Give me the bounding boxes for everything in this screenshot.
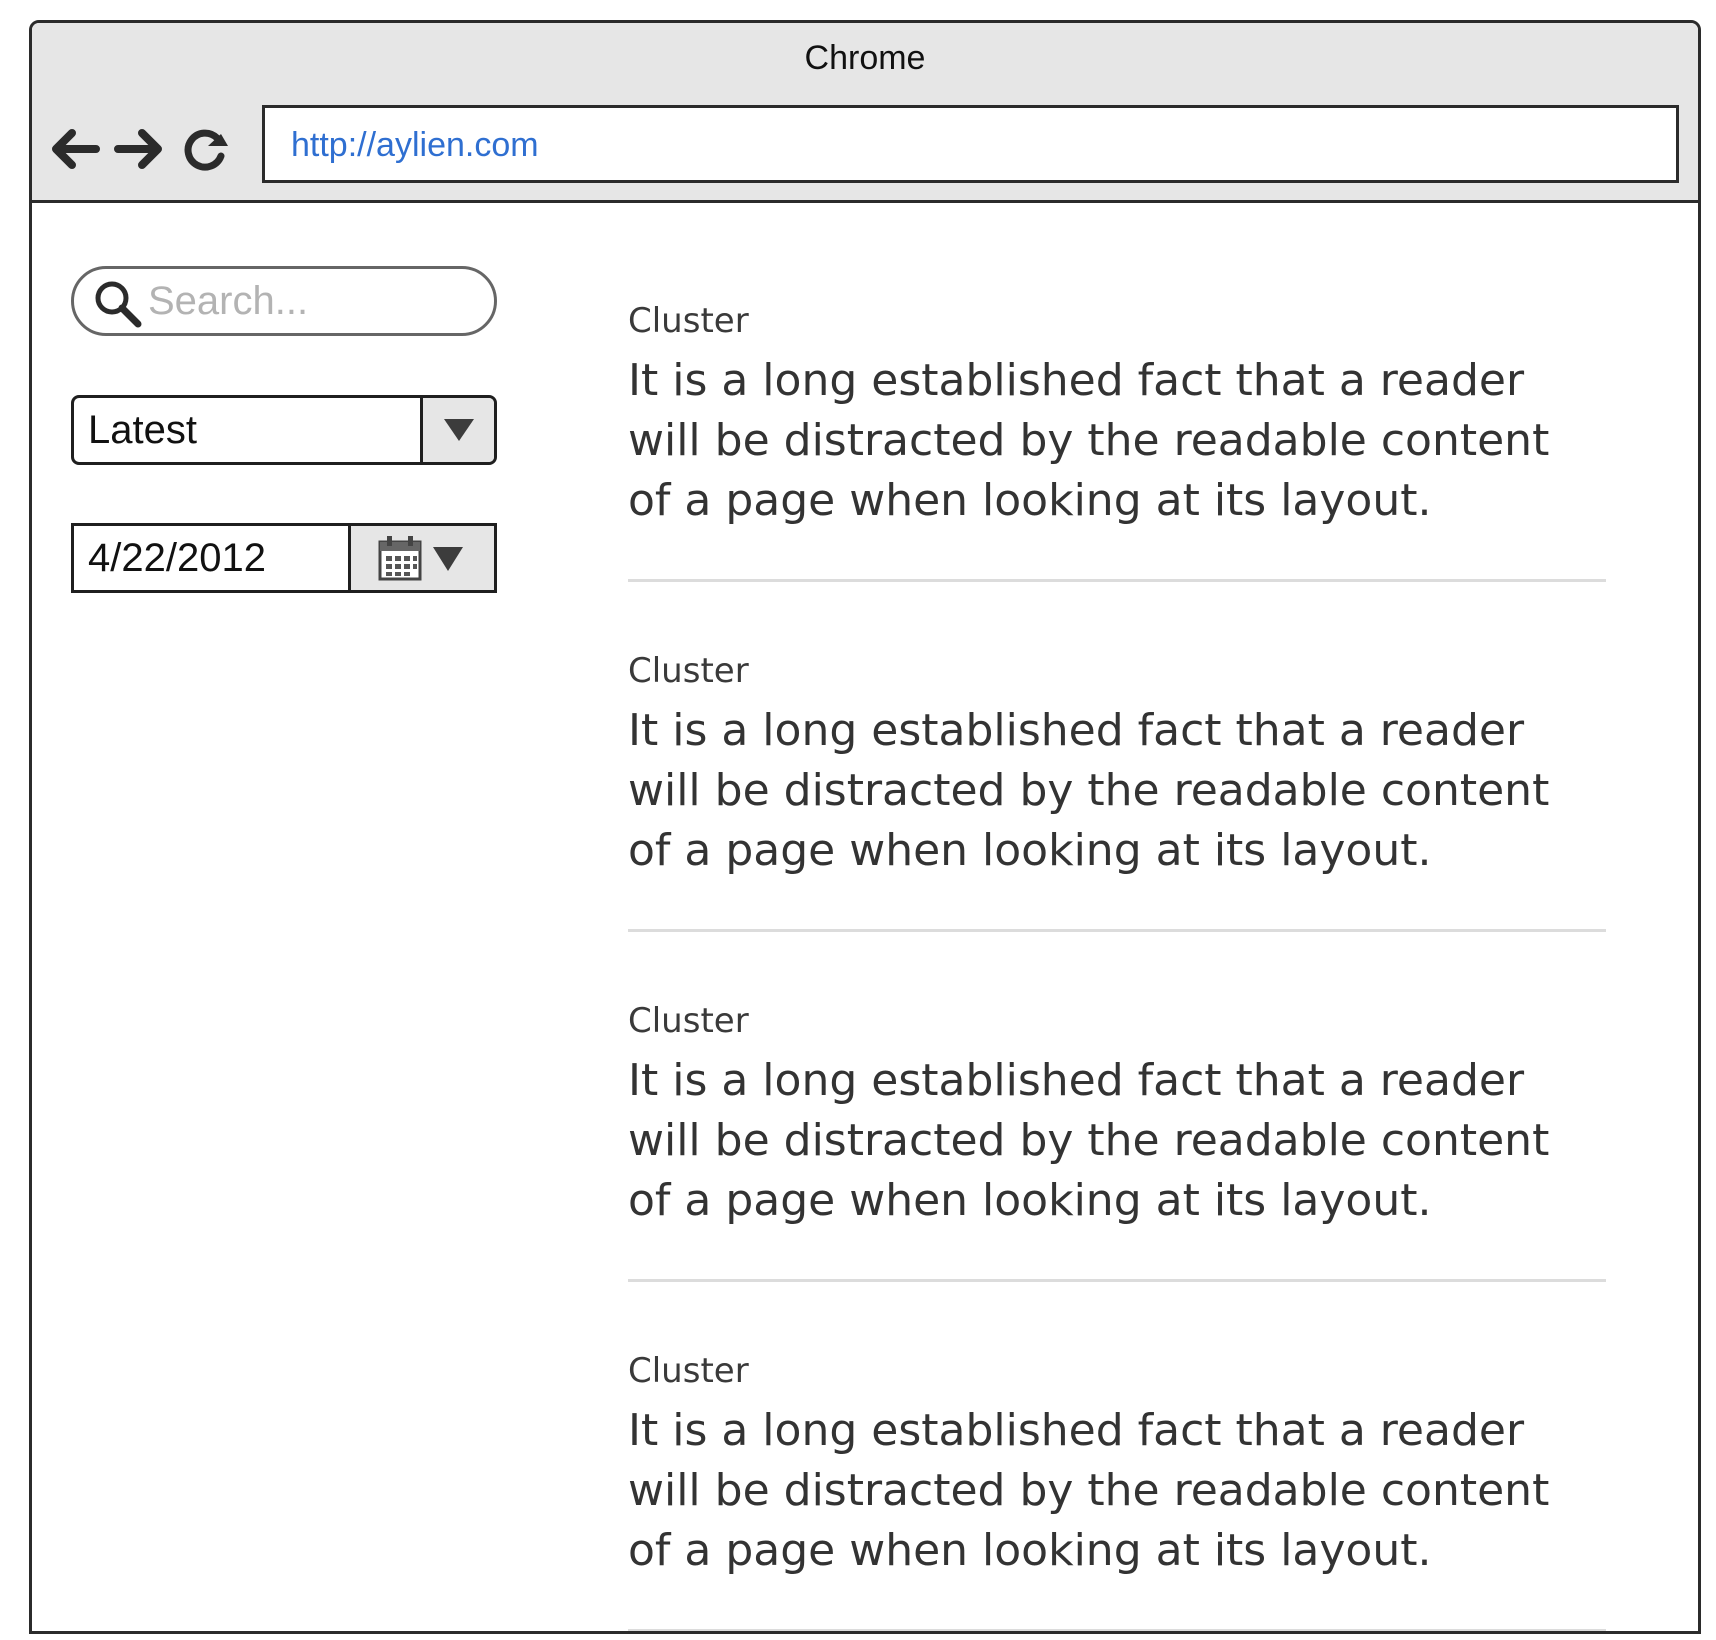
cluster-text: It is a long established fact that a rea… [628,1405,1550,1576]
window-title: Chrome [804,39,926,77]
date-value: 4/22/2012 [88,536,266,580]
search-placeholder: Search... [148,279,309,323]
cluster-label: Cluster [628,1351,749,1391]
cluster-list: Cluster It is a long established fact th… [628,281,1606,1631]
cluster-item[interactable]: Cluster It is a long established fact th… [628,1331,1606,1631]
divider [628,1279,1606,1282]
cluster-label: Cluster [628,1001,749,1041]
browser-window: Chrome http://aylien.com Search... Lates… [29,20,1701,1634]
divider [628,579,1606,582]
search-icon [95,281,142,328]
cluster-label: Cluster [628,651,749,691]
back-button[interactable] [44,119,104,179]
cluster-text: It is a long established fact that a rea… [628,1055,1550,1226]
cluster-text: It is a long established fact that a rea… [628,705,1550,876]
cluster-item[interactable]: Cluster It is a long established fact th… [628,281,1606,631]
forward-button[interactable] [110,119,170,179]
cluster-item[interactable]: Cluster It is a long established fact th… [628,981,1606,1331]
reload-button[interactable] [176,119,236,179]
sort-select[interactable]: Latest [71,395,497,465]
date-picker[interactable]: 4/22/2012 [71,523,497,593]
cluster-label: Cluster [628,301,749,341]
sort-select-toggle[interactable] [420,398,494,462]
sort-select-value: Latest [88,408,197,452]
address-bar[interactable]: http://aylien.com [262,105,1679,183]
cluster-item[interactable]: Cluster It is a long established fact th… [628,631,1606,981]
forward-arrow-icon [114,129,162,169]
calendar-icon [378,536,422,581]
browser-titlebar: Chrome http://aylien.com [32,23,1698,203]
cluster-text: It is a long established fact that a rea… [628,355,1550,526]
chevron-down-icon [443,419,474,441]
date-picker-toggle[interactable] [348,526,494,590]
reload-icon [184,129,228,171]
chevron-down-icon [433,547,463,571]
url-text: http://aylien.com [291,126,539,164]
back-arrow-icon [52,129,100,169]
search-input[interactable]: Search... [71,266,497,336]
divider [628,1629,1606,1631]
divider [628,929,1606,932]
